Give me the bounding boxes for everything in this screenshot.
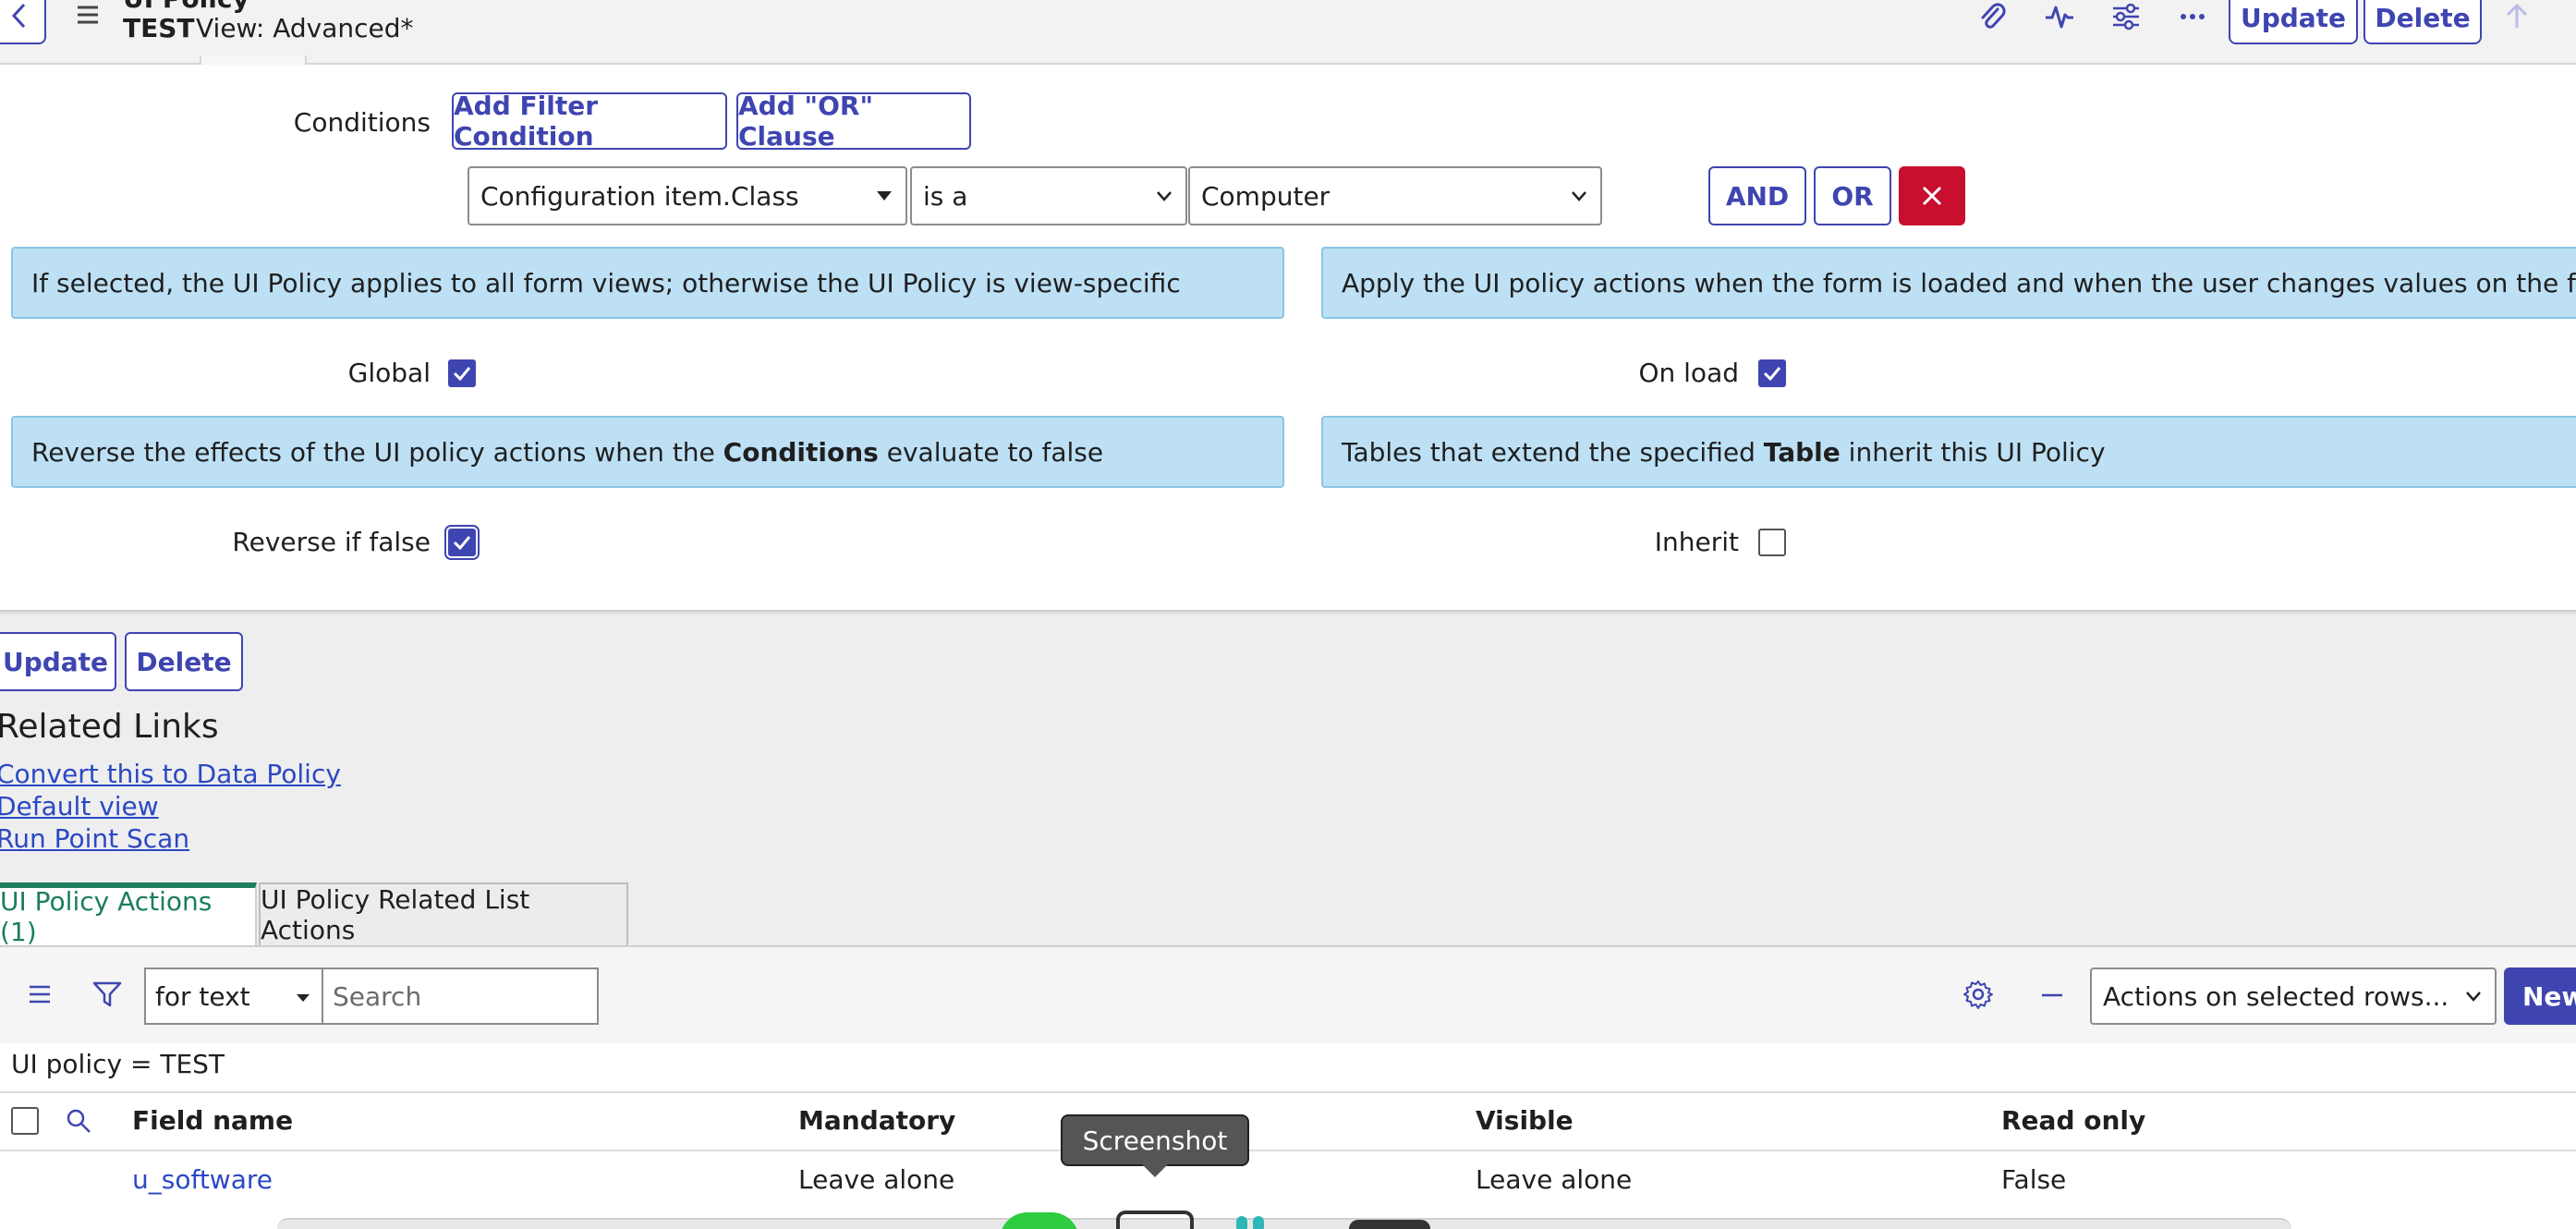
run-point-scan-link[interactable]: Run Point Scan bbox=[0, 823, 189, 854]
divider bbox=[0, 1150, 2576, 1151]
dock-app-icon bbox=[1253, 1216, 1264, 1229]
onload-label: On load bbox=[1638, 358, 1739, 388]
chevron-down-icon bbox=[1157, 191, 1172, 201]
filter-icon[interactable] bbox=[91, 980, 124, 1009]
footer-delete-button[interactable]: Delete bbox=[125, 632, 243, 691]
cell-visible: Leave alone bbox=[1476, 1164, 1633, 1195]
chevron-down-icon bbox=[1572, 191, 1586, 201]
reverse-if-false-checkbox[interactable] bbox=[444, 525, 480, 560]
chevron-left-icon bbox=[11, 3, 26, 29]
caret-down-icon bbox=[877, 191, 892, 201]
caret-down-icon bbox=[297, 994, 310, 1002]
inherit-help-label: Tables that extend the specified Table i… bbox=[1342, 436, 2106, 468]
reverse-help-label: Reverse the effects of the UI policy act… bbox=[31, 436, 1104, 468]
cell-mandatory: Leave alone bbox=[798, 1164, 955, 1195]
checkmark-icon bbox=[1763, 367, 1781, 381]
global-help-label: If selected, the UI Policy applies to al… bbox=[31, 267, 1181, 298]
column-search-icon[interactable] bbox=[65, 1107, 92, 1135]
search-field-value: for text bbox=[155, 980, 250, 1012]
record-name: TEST bbox=[123, 13, 195, 43]
onload-help-text: Apply the UI policy actions when the for… bbox=[1321, 247, 2576, 319]
column-header-field-name[interactable]: Field name bbox=[132, 1105, 293, 1136]
form-type-title: UI Policy bbox=[123, 0, 249, 14]
list-menu-icon[interactable] bbox=[24, 981, 55, 1007]
screenshot-tooltip: Screenshot bbox=[1061, 1114, 1249, 1166]
onload-help-label: Apply the UI policy actions when the for… bbox=[1342, 267, 2576, 298]
add-filter-condition-button[interactable]: Add Filter Condition bbox=[452, 91, 727, 152]
back-button[interactable] bbox=[0, 0, 46, 44]
collapse-list-icon[interactable] bbox=[2036, 983, 2068, 1007]
onload-checkbox[interactable] bbox=[1758, 359, 1786, 387]
inherit-checkbox[interactable] bbox=[1758, 529, 1786, 556]
search-placeholder: Search bbox=[333, 980, 422, 1012]
condition-operator-select[interactable]: is a bbox=[910, 166, 1187, 225]
or-button[interactable]: OR bbox=[1814, 166, 1891, 225]
view-label: View: Advanced* bbox=[196, 13, 414, 43]
tab-related-list-actions-label: UI Policy Related List Actions bbox=[261, 884, 530, 945]
related-links-title: Related Links bbox=[0, 708, 219, 746]
form-header: UI Policy TEST View: Advanced* Update De… bbox=[0, 0, 2576, 67]
list-breadcrumb[interactable]: UI policy = TEST bbox=[11, 1049, 225, 1079]
global-checkbox[interactable] bbox=[448, 359, 476, 387]
search-field-select[interactable]: for text bbox=[144, 967, 323, 1025]
hamburger-menu-icon[interactable] bbox=[72, 2, 103, 30]
checkmark-icon bbox=[453, 367, 471, 381]
more-icon[interactable] bbox=[2174, 0, 2211, 33]
default-view-link[interactable]: Default view bbox=[0, 791, 159, 821]
list-settings-gear-icon[interactable] bbox=[1962, 979, 1994, 1010]
reverse-help-text: Reverse the effects of the UI policy act… bbox=[11, 416, 1284, 488]
checkmark-icon bbox=[453, 536, 471, 550]
header-update-button[interactable]: Update bbox=[2229, 0, 2358, 44]
cell-read-only: False bbox=[2001, 1164, 2067, 1195]
reverse-if-false-label: Reverse if false bbox=[232, 527, 431, 557]
remove-condition-button[interactable] bbox=[1899, 166, 1965, 225]
system-dock bbox=[277, 1218, 2291, 1229]
condition-operator-value: is a bbox=[923, 180, 968, 212]
select-all-checkbox[interactable] bbox=[11, 1107, 39, 1135]
up-arrow-icon[interactable] bbox=[2498, 0, 2535, 33]
dock-app-icon[interactable] bbox=[1236, 1216, 1247, 1229]
column-header-mandatory[interactable]: Mandatory bbox=[798, 1105, 955, 1136]
column-header-read-only[interactable]: Read only bbox=[2001, 1105, 2145, 1136]
screenshot-frame-icon[interactable] bbox=[1116, 1211, 1194, 1229]
tab-ui-policy-actions[interactable]: UI Policy Actions (1) bbox=[0, 882, 257, 947]
tab-ui-policy-related-list-actions[interactable]: UI Policy Related List Actions bbox=[259, 882, 628, 945]
tab-ui-policy-actions-label: UI Policy Actions (1) bbox=[0, 886, 213, 947]
global-label: Global bbox=[347, 358, 431, 388]
condition-field-value: Configuration item.Class bbox=[480, 180, 799, 212]
dock-app-icon[interactable] bbox=[1349, 1220, 1430, 1229]
convert-to-data-policy-link[interactable]: Convert this to Data Policy bbox=[0, 759, 341, 789]
and-button[interactable]: AND bbox=[1708, 166, 1806, 225]
list-search-input[interactable]: Search bbox=[322, 967, 599, 1025]
tooltip-pointer bbox=[1142, 1164, 1168, 1179]
new-button[interactable]: New bbox=[2504, 967, 2576, 1025]
footer-update-button[interactable]: Update bbox=[0, 632, 116, 691]
add-or-clause-button[interactable]: Add "OR" Clause bbox=[736, 91, 971, 152]
chevron-down-icon bbox=[2466, 992, 2481, 1002]
divider bbox=[0, 1091, 2576, 1093]
conditions-label: Conditions bbox=[293, 107, 431, 138]
actions-on-selected-rows-select[interactable]: Actions on selected rows... bbox=[2090, 967, 2497, 1025]
inherit-label: Inherit bbox=[1654, 527, 1739, 557]
activity-icon[interactable] bbox=[2041, 0, 2078, 33]
condition-value-select[interactable]: Computer bbox=[1188, 166, 1602, 225]
close-icon bbox=[1922, 186, 1942, 206]
condition-field-select[interactable]: Configuration item.Class bbox=[468, 166, 907, 225]
condition-value-value: Computer bbox=[1201, 180, 1331, 212]
settings-sliders-icon[interactable] bbox=[2108, 0, 2145, 33]
actions-select-value: Actions on selected rows... bbox=[2103, 980, 2449, 1012]
column-header-visible[interactable]: Visible bbox=[1476, 1105, 1574, 1136]
cell-field-name-link[interactable]: u_software bbox=[132, 1164, 273, 1195]
global-help-text: If selected, the UI Policy applies to al… bbox=[11, 247, 1284, 319]
inherit-help-text: Tables that extend the specified Table i… bbox=[1321, 416, 2576, 488]
attachment-icon[interactable] bbox=[1974, 0, 2011, 33]
header-delete-button[interactable]: Delete bbox=[2363, 0, 2482, 44]
